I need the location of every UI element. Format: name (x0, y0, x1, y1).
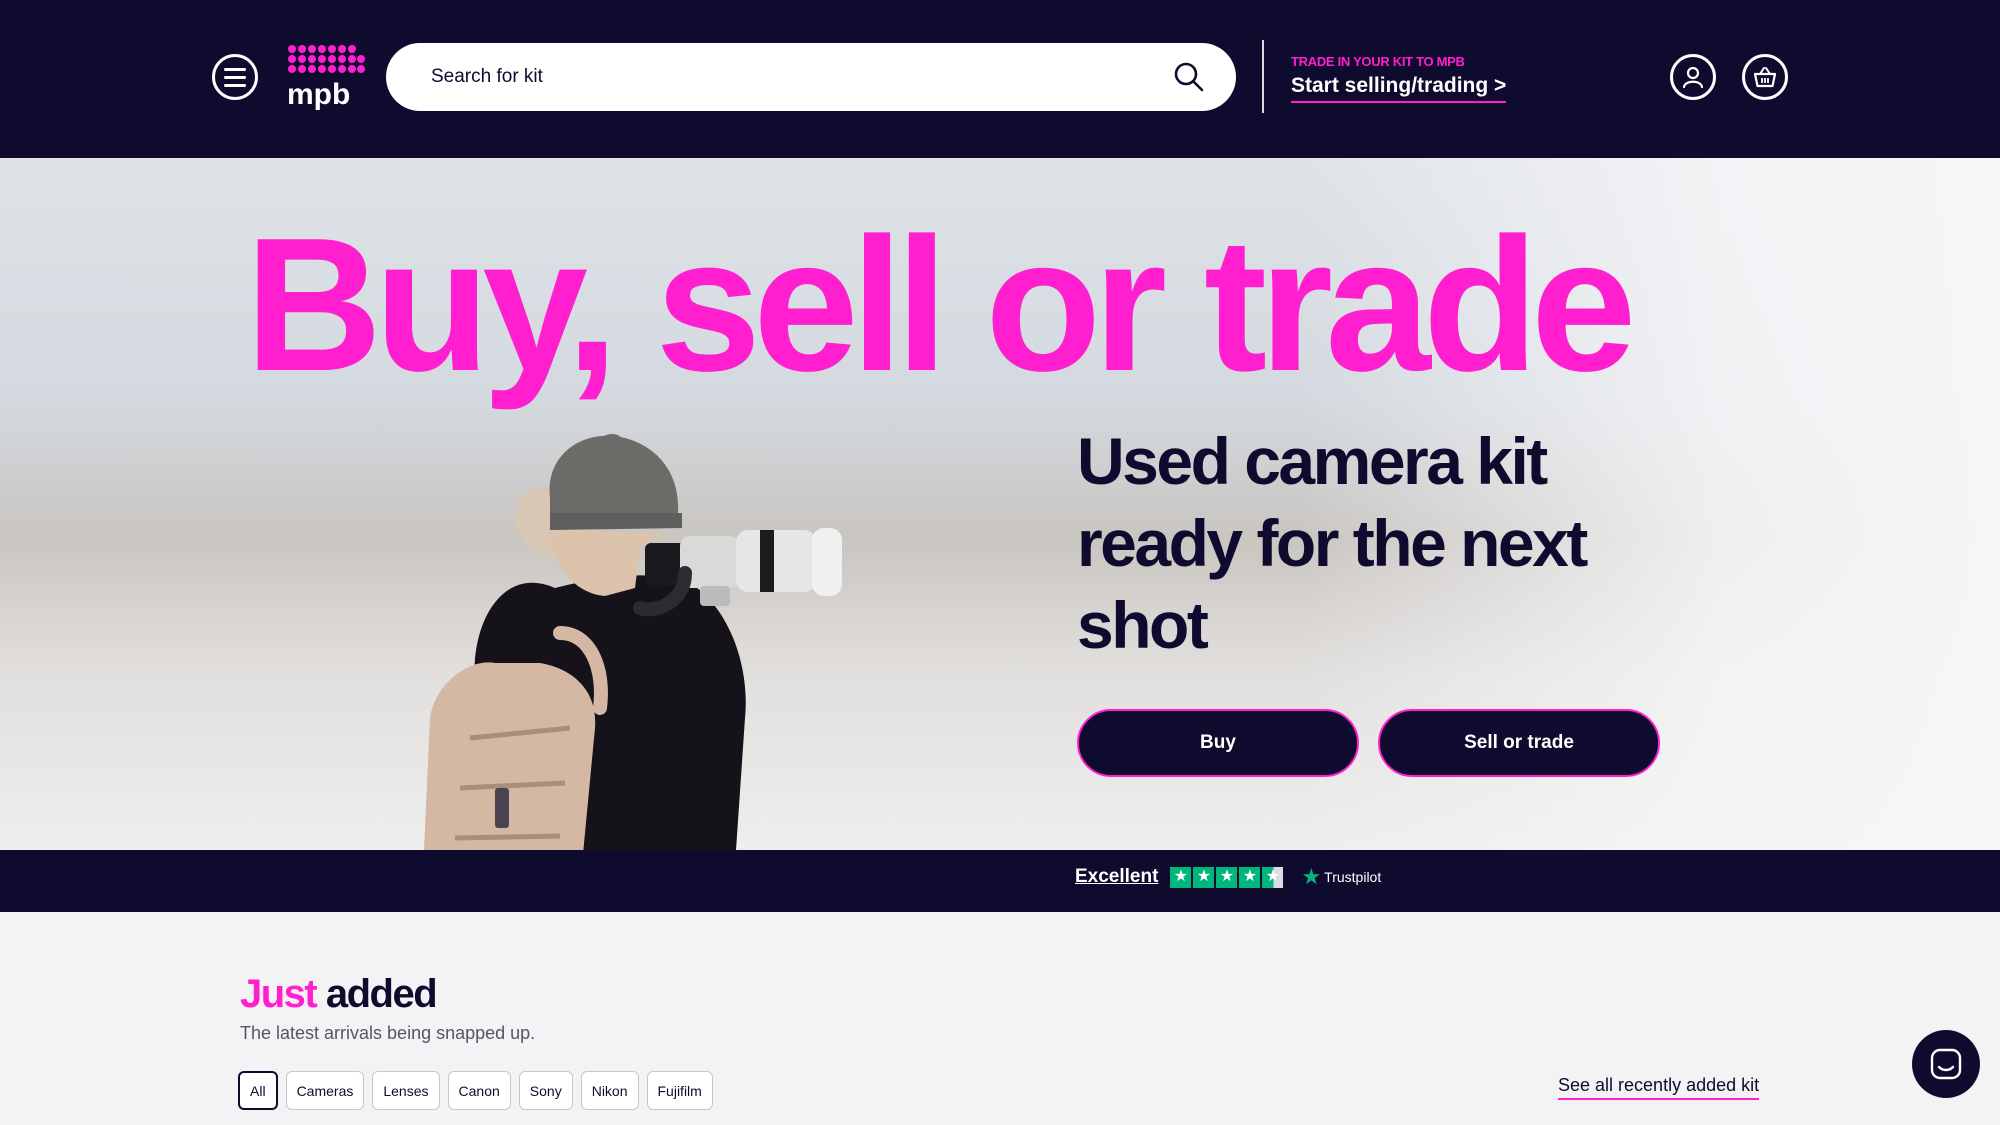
chat-icon[interactable] (1912, 1030, 1980, 1098)
section-subtitle: The latest arrivals being snapped up. (240, 1023, 536, 1043)
star-icon: ★ (1239, 866, 1261, 888)
trust-rating-label[interactable]: Excellent (1075, 866, 1158, 888)
filter-chip-sony[interactable]: Sony (518, 1071, 573, 1110)
start-selling-link[interactable]: Start selling/trading > (1291, 74, 1507, 103)
account-icon[interactable] (1670, 54, 1716, 100)
filter-chip-all[interactable]: All (238, 1071, 278, 1110)
see-all-recently-added-link[interactable]: See all recently added kit (1558, 1075, 1760, 1100)
hero-title: Buy, sell or trade (245, 199, 1637, 411)
trustpilot-bar: Excellent ★ ★ ★ ★ ★ ★ Trustpilot (0, 850, 2000, 912)
search-icon[interactable] (1172, 60, 1206, 94)
sell-or-trade-button[interactable]: Sell or trade (1378, 709, 1660, 777)
buy-button[interactable]: Buy (1077, 709, 1359, 777)
trustpilot-widget[interactable]: Excellent ★ ★ ★ ★ ★ ★ Trustpilot (1075, 866, 1381, 888)
header-divider (1262, 40, 1264, 113)
section-title: Just added (240, 972, 438, 1017)
site-header: mpb TRADE IN YOUR KIT TO MPB Start selli… (0, 0, 2000, 158)
star-icon: ★ (1193, 866, 1215, 888)
filter-chip-canon[interactable]: Canon (447, 1071, 511, 1110)
just-added-section: Just added The latest arrivals being sna… (0, 912, 2000, 1125)
trustpilot-star-icon: ★ (1301, 864, 1322, 889)
hero-subtitle: Used camera kit ready for the next shot (1077, 424, 1588, 662)
basket-icon[interactable] (1742, 54, 1788, 100)
half-star-icon: ★ (1262, 866, 1284, 888)
mpb-logo[interactable]: mpb (286, 44, 366, 110)
filter-chip-nikon[interactable]: Nikon (580, 1071, 639, 1110)
star-icon: ★ (1170, 866, 1192, 888)
photographer-image (424, 434, 842, 850)
filter-chip-cameras[interactable]: Cameras (285, 1071, 365, 1110)
trustpilot-logo: ★ Trustpilot (1301, 866, 1381, 888)
section-title-rest: added (325, 972, 438, 1016)
star-icon: ★ (1216, 866, 1238, 888)
svg-text:mpb: mpb (287, 78, 350, 110)
menu-icon[interactable] (212, 54, 258, 100)
hero-banner: Buy, sell or trade Used camera kit ready… (0, 158, 2000, 850)
filter-chip-fujifilm[interactable]: Fujifilm (646, 1071, 713, 1110)
trustpilot-brand: Trustpilot (1324, 869, 1382, 885)
section-title-accent: Just (240, 972, 318, 1016)
search-bar[interactable] (386, 43, 1236, 111)
filter-chips: All Cameras Lenses Canon Sony Nikon Fuji… (238, 1071, 713, 1110)
search-input[interactable] (431, 66, 1172, 88)
star-rating: ★ ★ ★ ★ ★ (1170, 866, 1284, 888)
filter-chip-lenses[interactable]: Lenses (372, 1071, 440, 1110)
trade-kicker: TRADE IN YOUR KIT TO MPB (1291, 54, 1465, 69)
